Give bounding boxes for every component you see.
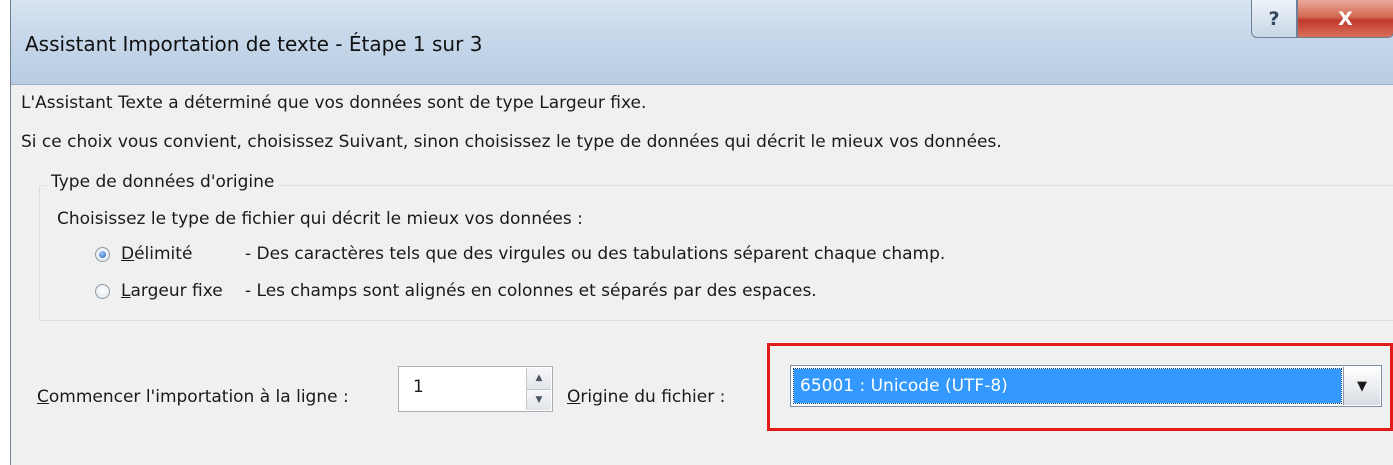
- help-button[interactable]: ?: [1251, 0, 1297, 38]
- start-row-value[interactable]: 1: [413, 377, 424, 397]
- radio-label-fixed-width[interactable]: Largeur fixe: [121, 281, 245, 301]
- start-row-spinner[interactable]: 1 ▲ ▼: [398, 366, 553, 412]
- file-origin-label: Origine du fichier :: [567, 387, 726, 407]
- start-row-label: Commencer l'importation à la ligne :: [37, 387, 349, 407]
- radio-checked-icon[interactable]: [95, 246, 110, 262]
- spinner-buttons[interactable]: ▲ ▼: [526, 368, 551, 410]
- close-icon: X: [1338, 7, 1353, 30]
- group-legend: Type de données d'origine: [47, 172, 279, 192]
- file-origin-selected-value[interactable]: 65001 : Unicode (UTF-8): [793, 368, 1342, 404]
- radio-label-delimited[interactable]: Délimité: [121, 244, 245, 264]
- dialog-body: L'Assistant Texte a déterminé que vos do…: [11, 85, 1393, 465]
- spin-up-icon[interactable]: ▲: [527, 368, 551, 389]
- file-origin-dropdown[interactable]: 65001 : Unicode (UTF-8) ▼: [790, 365, 1382, 407]
- help-icon: ?: [1268, 7, 1280, 30]
- radio-description-fixed-width: - Les champs sont alignés en colonnes et…: [245, 281, 817, 301]
- file-type-prompt: Choisissez le type de fichier qui décrit…: [57, 209, 583, 229]
- radio-option-fixed-width[interactable]: Largeur fixe - Les champs sont alignés e…: [95, 279, 817, 303]
- dropdown-arrow-icon[interactable]: ▼: [1343, 367, 1380, 405]
- title-bar[interactable]: Assistant Importation de texte - Étape 1…: [11, 0, 1393, 85]
- close-button[interactable]: X: [1297, 0, 1393, 38]
- radio-description-delimited: - Des caractères tels que des virgules o…: [245, 244, 946, 264]
- radio-unchecked-icon[interactable]: [95, 283, 110, 299]
- spin-down-icon[interactable]: ▼: [527, 388, 551, 410]
- intro-line-detected: L'Assistant Texte a déterminé que vos do…: [21, 93, 647, 113]
- dialog-title: Assistant Importation de texte - Étape 1…: [25, 32, 483, 56]
- text-import-wizard-dialog: Assistant Importation de texte - Étape 1…: [10, 0, 1393, 465]
- intro-line-instructions: Si ce choix vous convient, choisissez Su…: [21, 132, 1002, 152]
- radio-option-delimited[interactable]: Délimité - Des caractères tels que des v…: [95, 242, 945, 266]
